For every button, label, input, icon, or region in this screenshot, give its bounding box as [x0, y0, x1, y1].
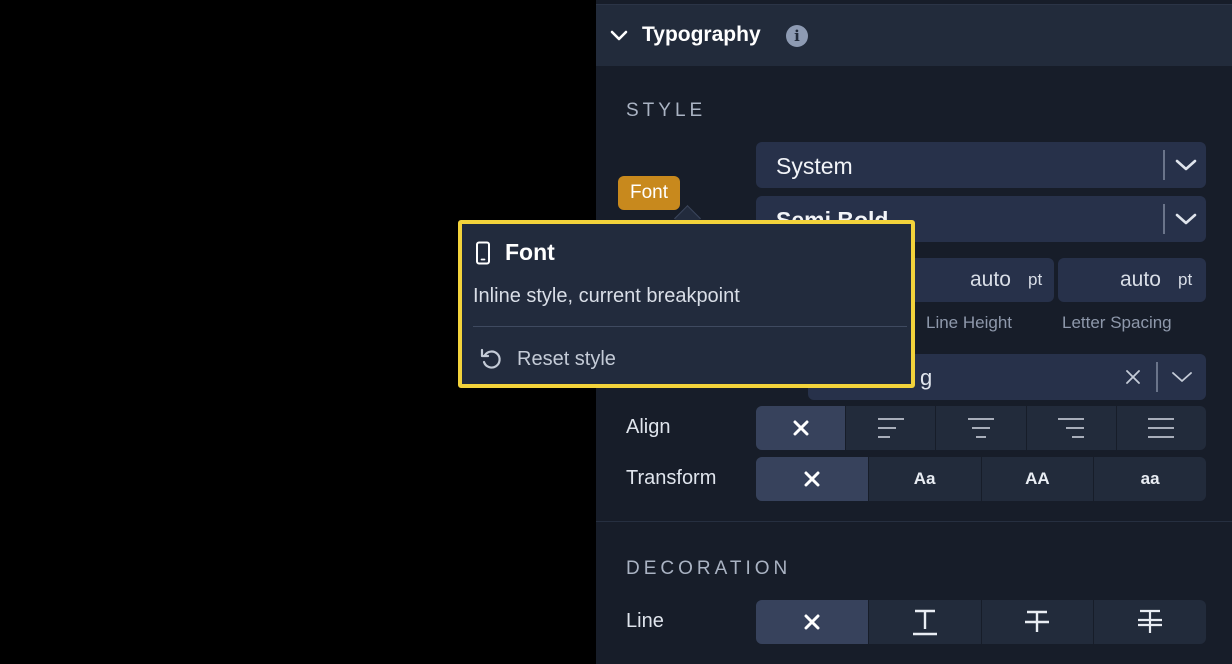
double-strike-button[interactable] — [1093, 600, 1206, 644]
combo-value: g — [920, 365, 933, 390]
font-style-chip[interactable]: Font — [618, 176, 680, 210]
align-right-icon — [1058, 418, 1085, 438]
line-label: Line — [626, 610, 664, 632]
reset-style-button[interactable]: Reset style — [517, 348, 616, 371]
style-group-heading: STYLE — [626, 100, 707, 121]
section-divider — [596, 521, 1232, 522]
line-decoration-segmented-control — [756, 600, 1206, 644]
align-justify-icon — [1148, 418, 1175, 438]
letter-spacing-caption: Letter Spacing — [1062, 313, 1172, 332]
line-height-unit: pt — [1028, 270, 1043, 289]
section-title: Typography — [642, 23, 761, 46]
align-justify-button[interactable] — [1115, 406, 1206, 450]
select-divider — [1156, 362, 1158, 392]
double-strike-icon — [1138, 609, 1163, 633]
chevron-down-icon[interactable] — [1175, 209, 1197, 229]
letter-spacing-value: auto — [1120, 268, 1161, 291]
decoration-group-heading: DECORATION — [626, 558, 792, 579]
reset-icon[interactable] — [479, 347, 503, 371]
transform-capitalize-button[interactable]: Aa — [867, 457, 981, 501]
line-height-caption: Line Height — [926, 313, 1013, 332]
font-style-tooltip: Font Inline style, current breakpoint Re… — [458, 220, 915, 388]
clear-icon[interactable] — [1124, 368, 1142, 386]
strikethrough-icon — [1025, 610, 1050, 632]
letter-spacing-input[interactable]: auto pt — [1058, 258, 1206, 302]
tooltip-description: Inline style, current breakpoint — [473, 285, 740, 307]
typography-section-header[interactable]: Typography i — [596, 4, 1232, 66]
underline-icon — [912, 609, 937, 636]
align-segmented-control — [756, 406, 1206, 450]
chevron-down-icon[interactable] — [1175, 155, 1197, 175]
decoration-none-button[interactable] — [756, 600, 868, 644]
tooltip-title: Font — [505, 239, 555, 265]
align-left-button[interactable] — [845, 406, 935, 450]
transform-uppercase-button[interactable]: AA — [980, 457, 1094, 501]
underline-button[interactable] — [867, 600, 981, 644]
transform-segmented-control: Aa AA aa — [756, 457, 1206, 501]
align-none-button[interactable] — [756, 406, 846, 450]
close-icon — [804, 471, 820, 487]
line-height-value: auto — [970, 268, 1011, 291]
close-icon — [793, 420, 809, 436]
align-center-button[interactable] — [935, 406, 1025, 450]
align-right-button[interactable] — [1025, 406, 1116, 450]
align-left-icon — [877, 418, 904, 438]
transform-none-button[interactable] — [756, 457, 868, 501]
close-icon — [804, 614, 820, 630]
font-family-value: System — [776, 153, 853, 179]
info-icon[interactable]: i — [786, 25, 808, 47]
align-center-icon — [968, 418, 994, 438]
letter-spacing-unit: pt — [1178, 270, 1193, 289]
select-divider — [1163, 150, 1165, 180]
transform-lowercase-button[interactable]: aa — [1093, 457, 1206, 501]
select-divider — [1163, 204, 1165, 234]
chevron-down-icon[interactable] — [610, 27, 628, 45]
strikethrough-button[interactable] — [980, 600, 1094, 644]
align-label: Align — [626, 416, 671, 438]
transform-label: Transform — [626, 467, 717, 489]
chevron-down-icon[interactable] — [1171, 368, 1193, 386]
mobile-device-icon — [476, 241, 490, 265]
tooltip-divider — [473, 326, 907, 327]
font-family-select[interactable]: System — [756, 142, 1206, 188]
